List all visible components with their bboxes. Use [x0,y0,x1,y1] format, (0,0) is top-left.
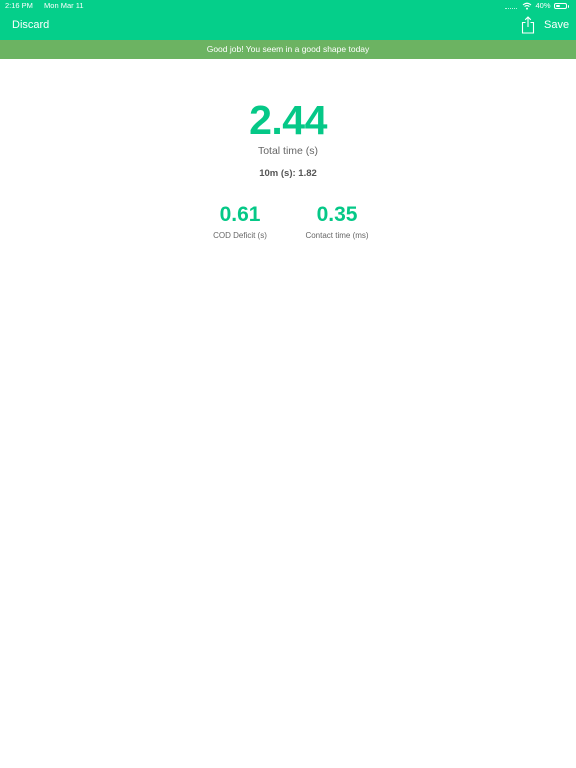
contact-time-value: 0.35 [316,203,358,226]
split-time: 10m (s): 1.82 [259,168,317,179]
status-date: Mon Mar 11 [44,1,84,10]
contact-time-label: Contact time (ms) [305,231,369,240]
feedback-banner: Good job! You seem in a good shape today [0,40,576,59]
cod-deficit-metric: 0.61 COD Deficit (s) [185,202,295,240]
save-button[interactable]: Save [544,19,569,31]
status-bar: 2:16 PM Mon Mar 11 40% [0,0,576,12]
battery-fill [555,5,560,7]
status-time: 2:16 PM [5,1,33,10]
cod-deficit-value: 0.61 [219,203,261,226]
status-right: 40% [505,0,569,12]
top-bar: 2:16 PM Mon Mar 11 40% Discard Save [0,0,576,40]
battery-icon [553,3,569,9]
cod-deficit-label: COD Deficit (s) [213,231,267,240]
wifi-icon [522,2,532,10]
contact-time-metric: 0.35 Contact time (ms) [282,202,392,240]
share-icon[interactable] [521,16,535,34]
battery-tip [567,4,569,8]
discard-button[interactable]: Discard [12,19,49,31]
signal-icon [505,6,518,9]
total-time-value: 2.44 [249,97,327,143]
battery-percent: 40% [535,1,551,10]
total-time-label: Total time (s) [257,145,319,157]
status-left: 2:16 PM Mon Mar 11 [5,0,84,12]
battery-body [553,3,567,9]
